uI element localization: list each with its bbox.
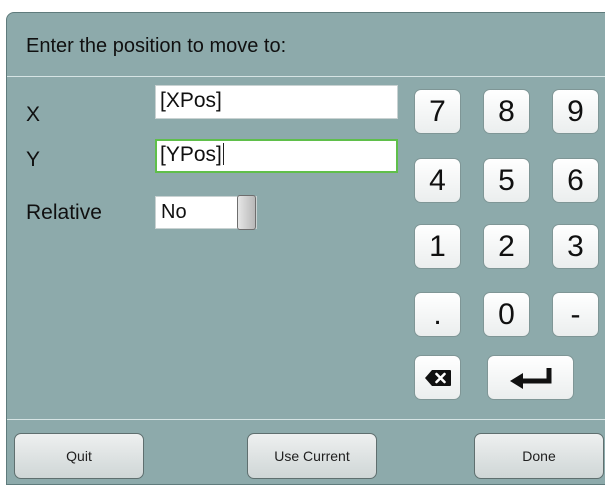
key-minus[interactable]: - [552, 292, 599, 337]
footer-divider [7, 419, 605, 420]
key-3[interactable]: 3 [552, 224, 599, 269]
key-6[interactable]: 6 [552, 158, 599, 203]
key-8[interactable]: 8 [483, 89, 530, 134]
relative-toggle[interactable]: No [155, 195, 257, 230]
enter-key[interactable] [487, 355, 574, 400]
toggle-knob[interactable] [237, 195, 256, 230]
x-position-value: [XPos] [160, 89, 222, 112]
use-current-button[interactable]: Use Current [247, 433, 377, 479]
key-1[interactable]: 1 [414, 224, 461, 269]
quit-button[interactable]: Quit [14, 433, 144, 479]
relative-label: Relative [26, 201, 102, 224]
backspace-key[interactable] [414, 355, 461, 400]
key-2[interactable]: 2 [483, 224, 530, 269]
dialog-title: Enter the position to move to: [26, 35, 287, 57]
relative-toggle-value: No [161, 201, 187, 223]
y-label: Y [26, 148, 41, 171]
key-4[interactable]: 4 [414, 158, 461, 203]
key-9[interactable]: 9 [552, 89, 599, 134]
key-0[interactable]: 0 [483, 292, 530, 337]
text-caret [222, 143, 224, 165]
key-7[interactable]: 7 [414, 89, 461, 134]
key-decimal[interactable]: . [414, 292, 461, 337]
y-position-input[interactable]: [YPos] [155, 139, 398, 173]
enter-arrow-icon [509, 367, 551, 389]
header-divider [7, 76, 605, 77]
done-button[interactable]: Done [474, 433, 604, 479]
key-5[interactable]: 5 [483, 158, 530, 203]
move-position-dialog: Enter the position to move to: X [XPos] … [6, 12, 605, 485]
backspace-icon [424, 369, 451, 386]
y-position-value: [YPos] [160, 143, 222, 166]
x-label: X [26, 103, 41, 126]
x-position-input[interactable]: [XPos] [155, 85, 398, 119]
